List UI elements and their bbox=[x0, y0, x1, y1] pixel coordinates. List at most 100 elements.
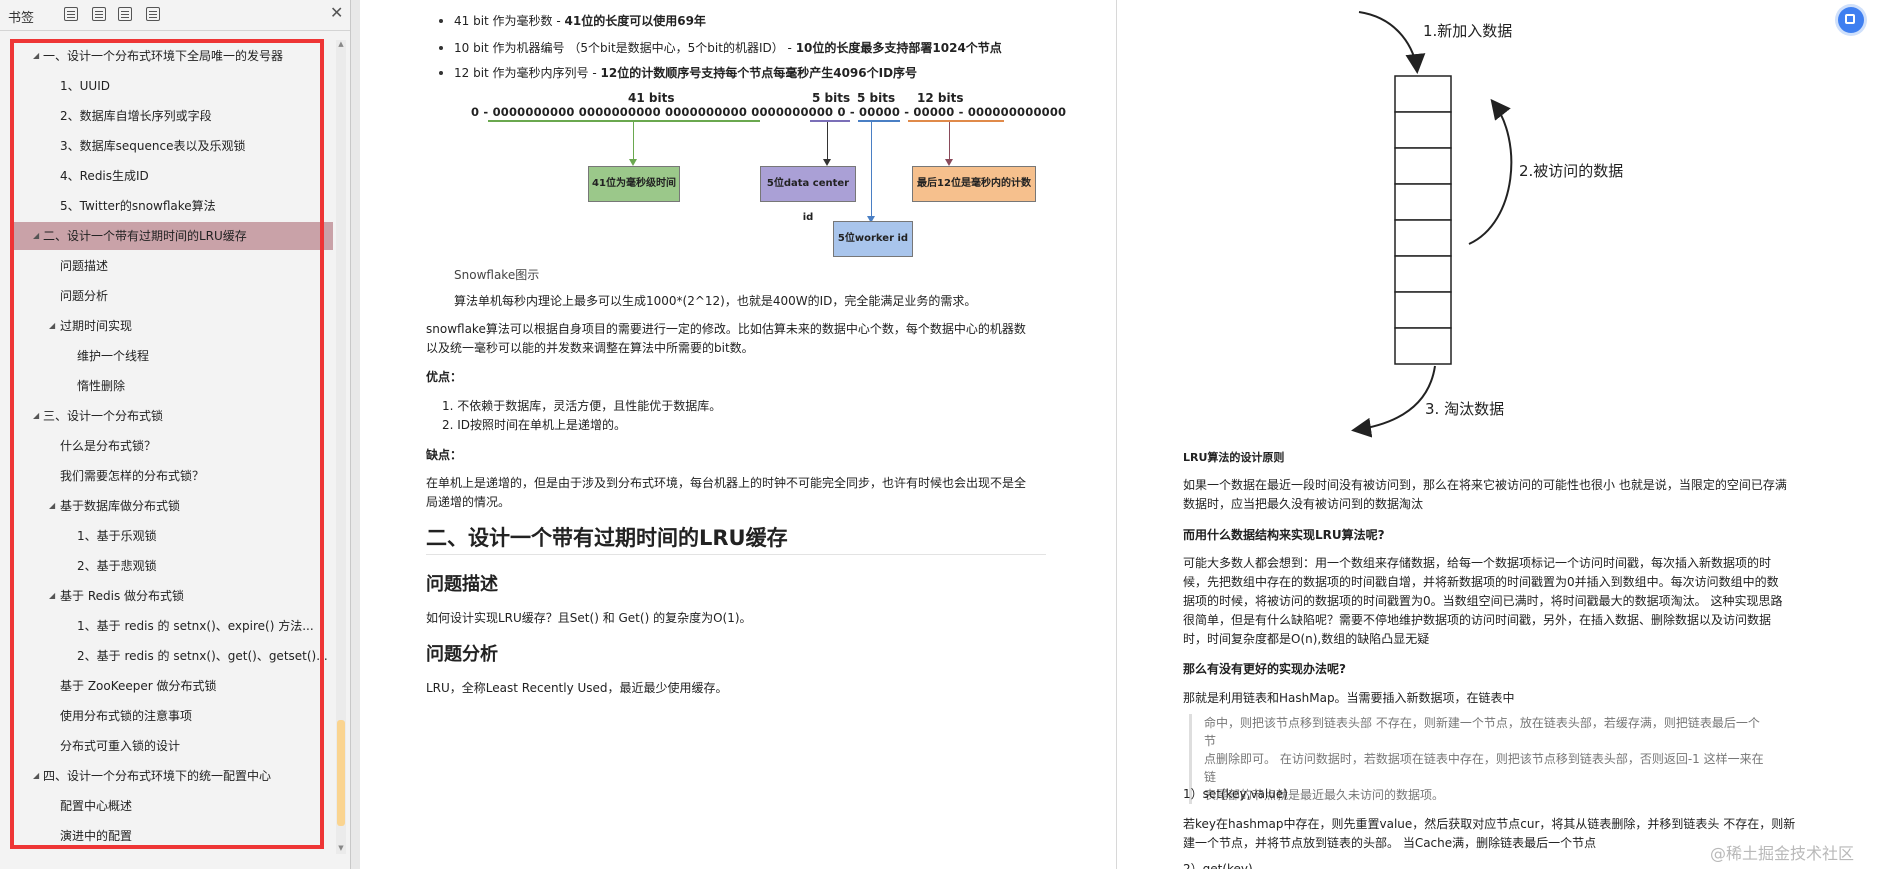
expand-all-icon[interactable] bbox=[64, 7, 78, 21]
collapse-all-icon[interactable] bbox=[92, 7, 106, 21]
bookmark-item[interactable]: 1、基于乐观锁 bbox=[13, 522, 333, 550]
float-action-icon[interactable] bbox=[1838, 7, 1864, 33]
bookmark-item[interactable]: ◢ 三、设计一个分布式锁 bbox=[13, 402, 333, 430]
bookmark-item[interactable]: ◢ 过期时间实现 bbox=[13, 312, 333, 340]
bookmark-item[interactable]: 问题描述 bbox=[13, 252, 333, 280]
bookmark-item[interactable]: ◢ 基于 Redis 做分布式锁 bbox=[13, 582, 333, 610]
bullet-dot bbox=[439, 46, 443, 50]
bookmark-label: 问题分析 bbox=[60, 289, 109, 303]
bookmark-item[interactable]: 1、UUID bbox=[13, 72, 333, 100]
heading-structure: 而用什么数据结构来实现LRU算法呢? bbox=[1183, 528, 1385, 542]
arrowhead bbox=[823, 159, 831, 166]
set-label: 1）set(key,value) bbox=[1183, 787, 1288, 801]
bookmark-label: 二、设计一个带有过期时间的LRU缓存 bbox=[43, 229, 247, 243]
underline-12bits bbox=[908, 120, 1004, 122]
expand-toggle-icon[interactable]: ◢ bbox=[49, 312, 55, 340]
bookmark-item[interactable]: 维护一个线程 bbox=[13, 342, 333, 370]
paragraph: 如何设计实现LRU缓存？且Set() 和 Get() 的复杂度为O(1)。 bbox=[426, 611, 752, 625]
expand-toggle-icon[interactable]: ◢ bbox=[49, 492, 55, 520]
bullet-item-3: 12 bit 作为毫秒内序列号 - 12位的计数顺序号支持每个节点每毫秒产生40… bbox=[454, 66, 918, 80]
lru-list bbox=[1394, 75, 1452, 365]
expand-toggle-icon[interactable]: ◢ bbox=[33, 42, 39, 70]
bookmark-label: 维护一个线程 bbox=[77, 349, 150, 363]
heading-better: 那么有没有更好的实现办法呢? bbox=[1183, 662, 1346, 676]
bits-label-41: 41 bits bbox=[628, 91, 675, 105]
bookmark-item[interactable]: 使用分布式锁的注意事项 bbox=[13, 702, 333, 730]
expand-toggle-icon[interactable]: ◢ bbox=[33, 762, 39, 790]
paragraph: LRU，全称Least Recently Used，最近最少使用缓存。 bbox=[426, 681, 728, 695]
scroll-down-arrow-icon[interactable]: ▼ bbox=[336, 844, 346, 854]
bookmark-item[interactable]: 配置中心概述 bbox=[13, 792, 333, 820]
bookmark-item[interactable]: 分布式可重入锁的设计 bbox=[13, 732, 333, 760]
bookmark-item[interactable]: 1、基于 redis 的 setnx()、expire() 方法... bbox=[13, 612, 333, 640]
expand-toggle-icon[interactable]: ◢ bbox=[33, 402, 39, 430]
bookmark-panel-title: 书签 bbox=[8, 11, 35, 26]
subsection-heading: 问题描述 bbox=[426, 574, 498, 595]
expand-toggle-icon[interactable]: ◢ bbox=[49, 582, 55, 610]
bookmark-label: 一、设计一个分布式环境下全局唯一的发号器 bbox=[43, 49, 284, 63]
bookmark-label: 配置中心概述 bbox=[60, 799, 133, 813]
bookmark-item[interactable]: 演进中的配置 bbox=[13, 822, 333, 850]
arrowhead bbox=[629, 159, 637, 166]
paragraph: 那就是利用链表和HashMap。当需要插入新数据项，在链表中 bbox=[1183, 691, 1515, 705]
bookmark-toolbar: 书签 ✕ bbox=[0, 0, 350, 31]
bookmark-item[interactable]: ◢ 一、设计一个分布式环境下全局唯一的发号器 bbox=[13, 42, 333, 70]
pros-item: 2. ID按照时间在单机上是递增的。 bbox=[442, 418, 627, 432]
binary-layout: 0 - 0000000000 0000000000 0000000000 000… bbox=[471, 105, 1067, 119]
bullet-dot bbox=[439, 19, 443, 23]
box-timestamp: 41位为毫秒级时间 bbox=[588, 166, 680, 202]
bookmark-item[interactable]: ◢ 二、设计一个带有过期时间的LRU缓存 bbox=[13, 222, 333, 250]
lru-list-cell bbox=[1394, 147, 1452, 185]
bookmark-label: 5、Twitter的snowflake算法 bbox=[60, 199, 216, 213]
bookmark-item[interactable]: 问题分析 bbox=[13, 282, 333, 310]
bits-label-5b: 5 bits bbox=[857, 91, 896, 105]
bookmark-label: 基于 ZooKeeper 做分布式锁 bbox=[60, 679, 217, 693]
bookmark-options-icon[interactable] bbox=[146, 7, 160, 21]
bits-label-5a: 5 bits bbox=[812, 91, 851, 105]
bookmark-label: 1、UUID bbox=[60, 79, 110, 93]
bullet-item-2: 10 bit 作为机器编号 （5个bit是数据中心，5个bit的机器ID） - … bbox=[454, 41, 1002, 55]
bookmark-item[interactable]: 什么是分布式锁？ bbox=[13, 432, 333, 460]
bookmark-list: ◢ 一、设计一个分布式环境下全局唯一的发号器 1、UUID 2、数据库自增长序列或字段… bbox=[13, 42, 333, 850]
connector-12 bbox=[949, 122, 950, 162]
scroll-up-arrow-icon[interactable]: ▲ bbox=[336, 40, 346, 50]
bookmark-item[interactable]: 3、数据库sequence表以及乐观锁 bbox=[13, 132, 333, 160]
paragraph: 如果一个数据在最近一段时间没有被访问到，那么在将来它被访问的可能性也很小 也就是… bbox=[1183, 478, 1787, 492]
bookmark-label: 基于 Redis 做分布式锁 bbox=[60, 589, 185, 603]
bookmark-scrollbar[interactable]: ▲ ▼ bbox=[336, 40, 346, 854]
scrollbar-thumb[interactable] bbox=[337, 720, 345, 826]
arrowhead bbox=[945, 159, 953, 166]
bookmark-label: 我们需要怎样的分布式锁？ bbox=[60, 469, 205, 483]
bookmark-item[interactable]: 2、数据库自增长序列或字段 bbox=[13, 102, 333, 130]
paragraph: 算法单机每秒内理论上最多可以生成1000*(2^12)，也就是400W的ID，完… bbox=[454, 294, 977, 308]
close-icon[interactable]: ✕ bbox=[330, 4, 343, 22]
bookmark-item[interactable]: 2、基于悲观锁 bbox=[13, 552, 333, 580]
watermark: @稀土掘金技术社区 bbox=[1710, 844, 1855, 863]
bookmark-label: 3、数据库sequence表以及乐观锁 bbox=[60, 139, 246, 153]
expand-toggle-icon[interactable]: ◢ bbox=[33, 222, 39, 250]
bookmark-label: 什么是分布式锁？ bbox=[60, 439, 157, 453]
bookmark-item[interactable]: 2、基于 redis 的 setnx()、get()、getset()... bbox=[13, 642, 333, 670]
lru-diagram bbox=[1351, 11, 1513, 438]
bookmark-item[interactable]: 4、Redis生成ID bbox=[13, 162, 333, 190]
bookmark-label: 问题描述 bbox=[60, 259, 109, 273]
lru-list-cell bbox=[1394, 291, 1452, 329]
lru-list-cell bbox=[1394, 219, 1452, 257]
lru-list-cell bbox=[1394, 75, 1452, 113]
box-sequence: 最后12位是毫秒内的计数 bbox=[912, 166, 1036, 202]
lru-list-cell bbox=[1394, 183, 1452, 221]
bookmark-item[interactable]: ◢ 四、设计一个分布式环境下的统一配置中心 bbox=[13, 762, 333, 790]
bookmark-item[interactable]: 5、Twitter的snowflake算法 bbox=[13, 192, 333, 220]
bullet-item-1: 41 bit 作为毫秒数 - 41位的长度可以使用69年 bbox=[454, 14, 706, 28]
paragraph: 候，先把数组中存在的数据项的时间戳自增，并将新数据项的时间戳置为0并插入到数组中… bbox=[1183, 575, 1779, 589]
cons-label: 缺点： bbox=[426, 448, 463, 462]
bookmark-item[interactable]: ◢ 基于数据库做分布式锁 bbox=[13, 492, 333, 520]
bookmark-item[interactable]: 惰性删除 bbox=[13, 372, 333, 400]
bookmark-item[interactable]: 我们需要怎样的分布式锁？ bbox=[13, 462, 333, 490]
bookmark-label: 过期时间实现 bbox=[60, 319, 133, 333]
add-bookmark-icon[interactable] bbox=[118, 7, 132, 21]
box-worker: 5位worker id bbox=[833, 221, 913, 257]
bookmark-label: 分布式可重入锁的设计 bbox=[60, 739, 181, 753]
figure-caption: Snowflake图示 bbox=[454, 268, 540, 282]
bookmark-item[interactable]: 基于 ZooKeeper 做分布式锁 bbox=[13, 672, 333, 700]
